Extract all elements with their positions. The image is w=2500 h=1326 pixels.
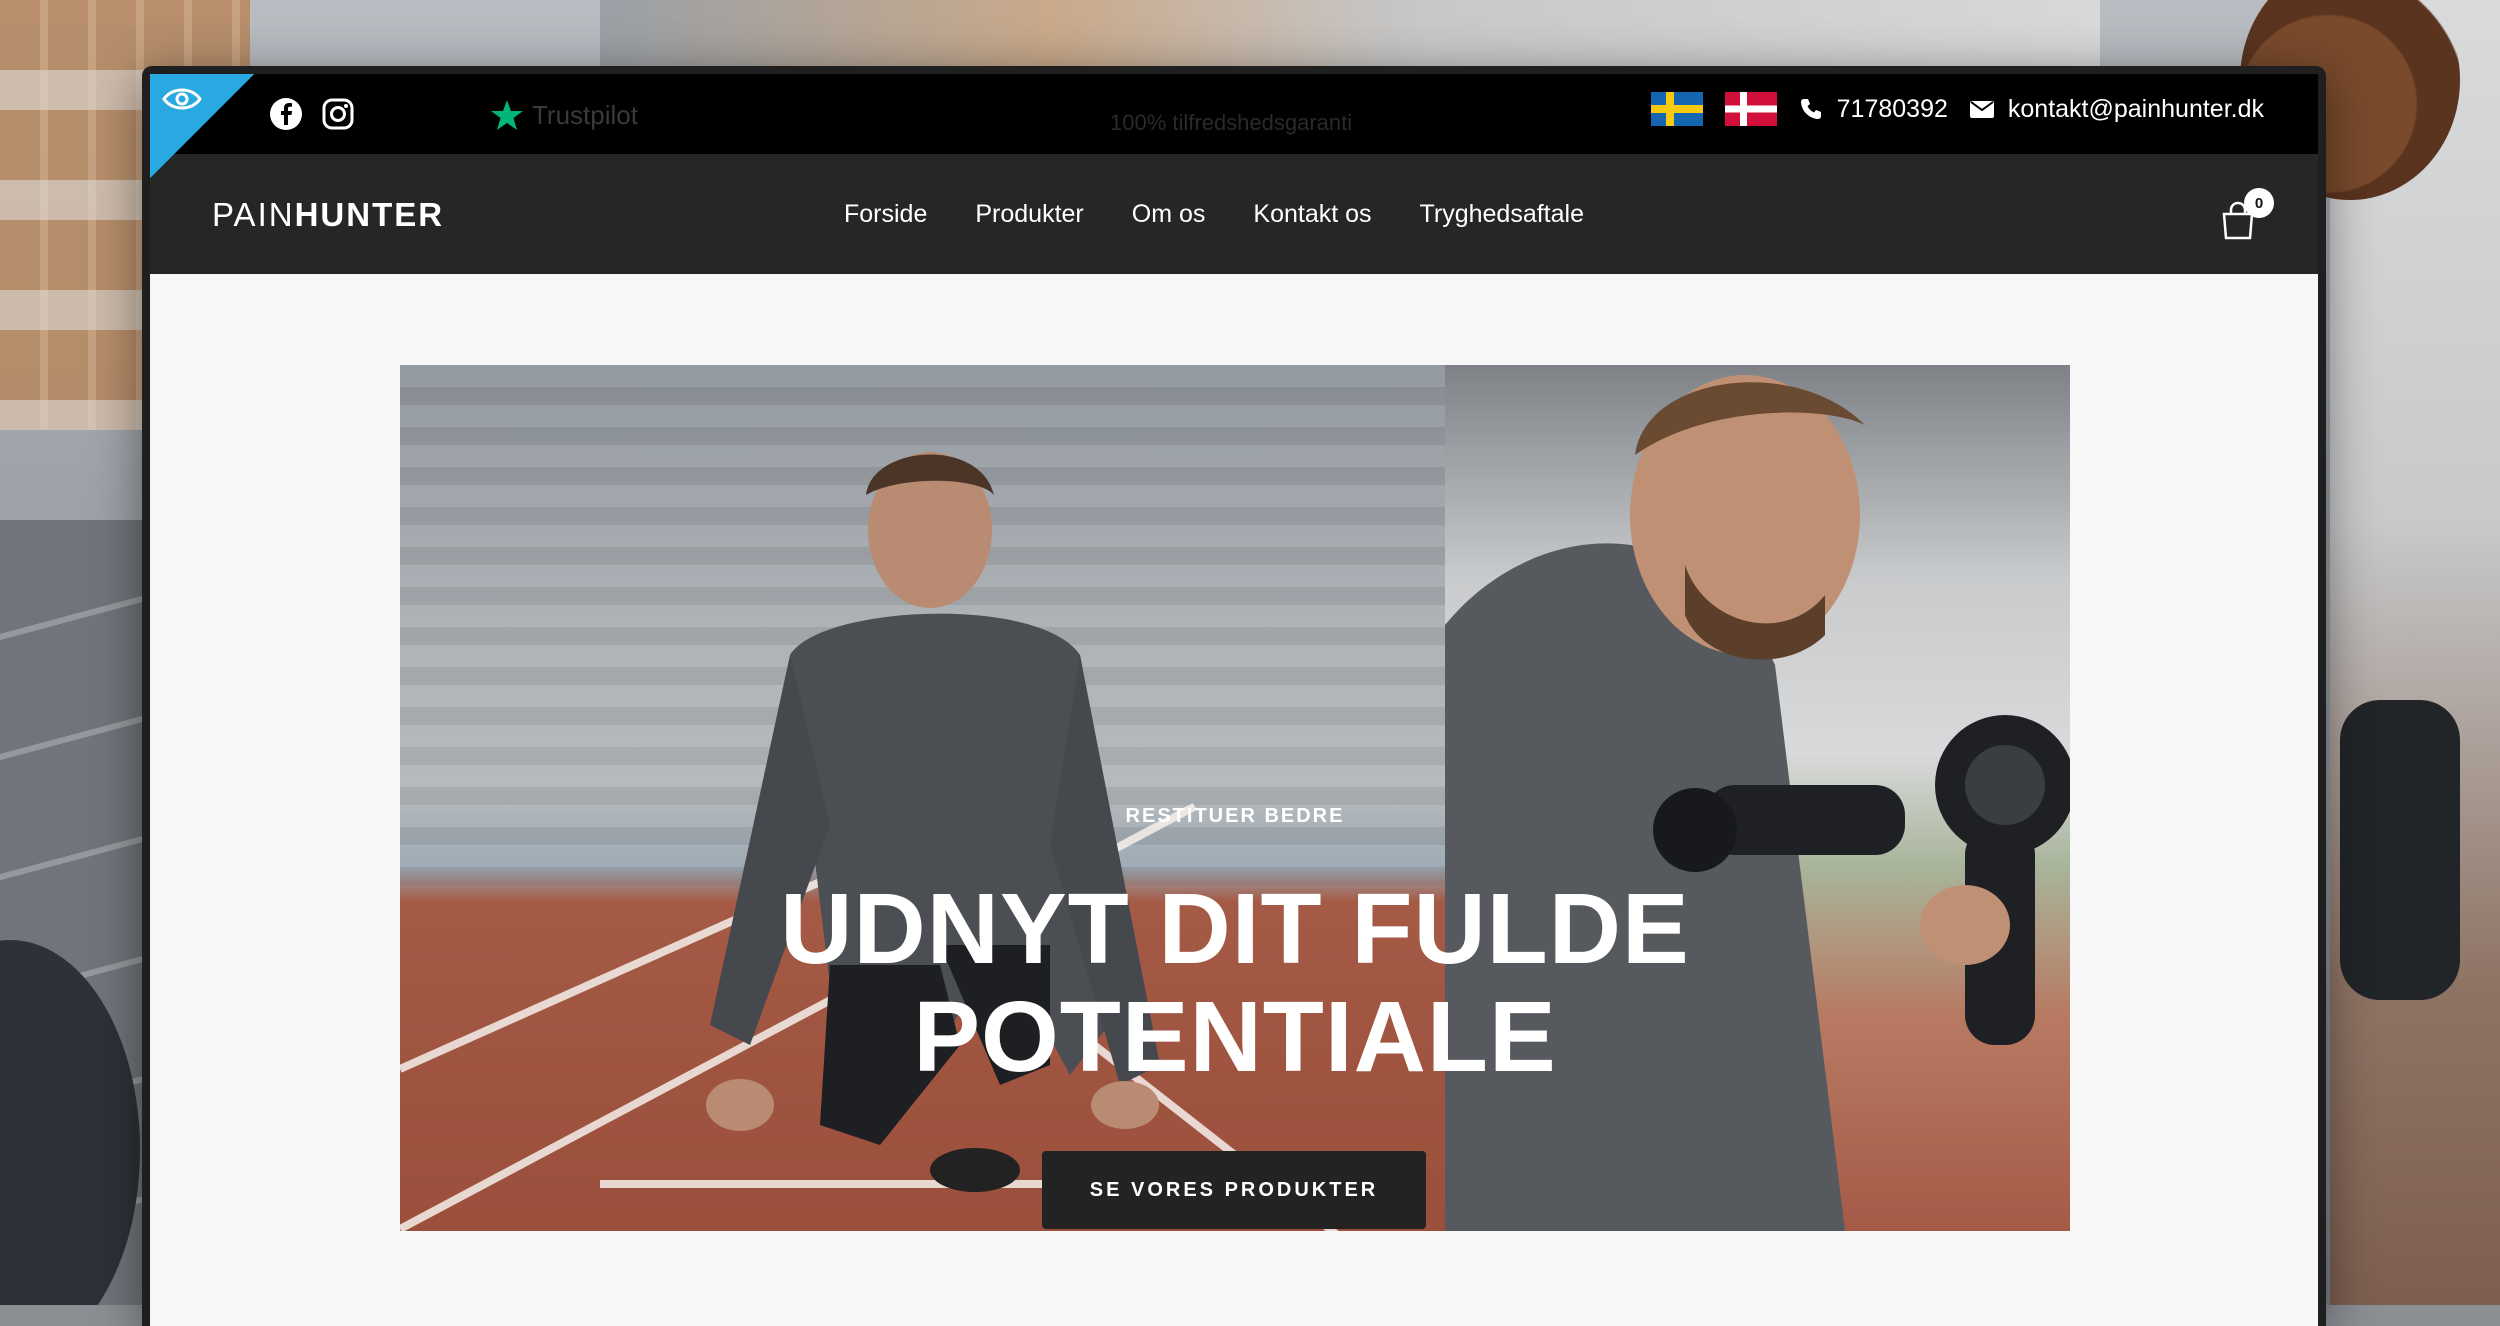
nav-item-om-os[interactable]: Om os [1132, 200, 1206, 229]
browser-window: Trustpilot 100% tilfredshedsgaranti [142, 66, 2326, 1326]
background-strip [600, 0, 2100, 70]
accessibility-badge[interactable] [150, 74, 254, 178]
website: Trustpilot 100% tilfredshedsgaranti [150, 74, 2318, 1326]
nav-menu: Forside Produkter Om os Kontakt os Trygh… [844, 200, 1584, 229]
email-link[interactable]: kontakt@painhunter.dk [1970, 95, 2264, 124]
hero-overlay: RESTITUER BEDRE UDNYT DIT FULDE POTENTIA… [400, 365, 2070, 1231]
social-links [268, 96, 356, 132]
eye-icon [162, 86, 202, 112]
nav-item-forside[interactable]: Forside [844, 200, 927, 229]
trustpilot-widget[interactable]: Trustpilot [490, 98, 638, 132]
hero-headline-line-1: UDNYT DIT FULDE [400, 875, 2070, 983]
site-logo[interactable]: PAINHUNTER [212, 196, 444, 234]
cart-button[interactable]: 0 [2218, 188, 2274, 244]
phone-link[interactable]: 71780392 [1799, 95, 1948, 124]
nav-item-produkter[interactable]: Produkter [975, 200, 1083, 229]
logo-part-hunter: HUNTER [295, 196, 445, 233]
cart-count-badge: 0 [2244, 188, 2274, 218]
main-nav: PAINHUNTER Forside Produkter Om os Konta… [150, 154, 2318, 274]
email-address: kontakt@painhunter.dk [2008, 95, 2264, 124]
hero-headline-line-2: POTENTIALE [400, 983, 2070, 1091]
instagram-icon[interactable] [320, 96, 356, 132]
phone-number: 71780392 [1837, 95, 1948, 124]
hero-headline: UDNYT DIT FULDE POTENTIALE [400, 875, 2070, 1091]
see-products-button[interactable]: SE VORES PRODUKTER [1042, 1151, 1426, 1229]
nav-item-tryghedsaftale[interactable]: Tryghedsaftale [1420, 200, 1584, 229]
logo-part-pain: PAIN [212, 196, 295, 233]
guarantee-text: 100% tilfredshedsgaranti [1110, 110, 1352, 136]
nav-item-kontakt-os[interactable]: Kontakt os [1253, 200, 1371, 229]
hero-eyebrow: RESTITUER BEDRE [400, 805, 2070, 828]
trustpilot-label: Trustpilot [532, 100, 638, 131]
star-icon [490, 98, 524, 132]
top-bar: Trustpilot 100% tilfredshedsgaranti [150, 74, 2318, 154]
envelope-icon [1970, 99, 1994, 119]
danish-flag-icon[interactable] [1725, 92, 1777, 126]
contact-info: 71780392 kontakt@painhunter.dk [1651, 92, 2264, 126]
swedish-flag-icon[interactable] [1651, 92, 1703, 126]
phone-icon [1799, 97, 1823, 121]
facebook-icon[interactable] [268, 96, 304, 132]
background-massage-gun [2340, 700, 2460, 1000]
hero-banner: RESTITUER BEDRE UDNYT DIT FULDE POTENTIA… [400, 365, 2070, 1231]
